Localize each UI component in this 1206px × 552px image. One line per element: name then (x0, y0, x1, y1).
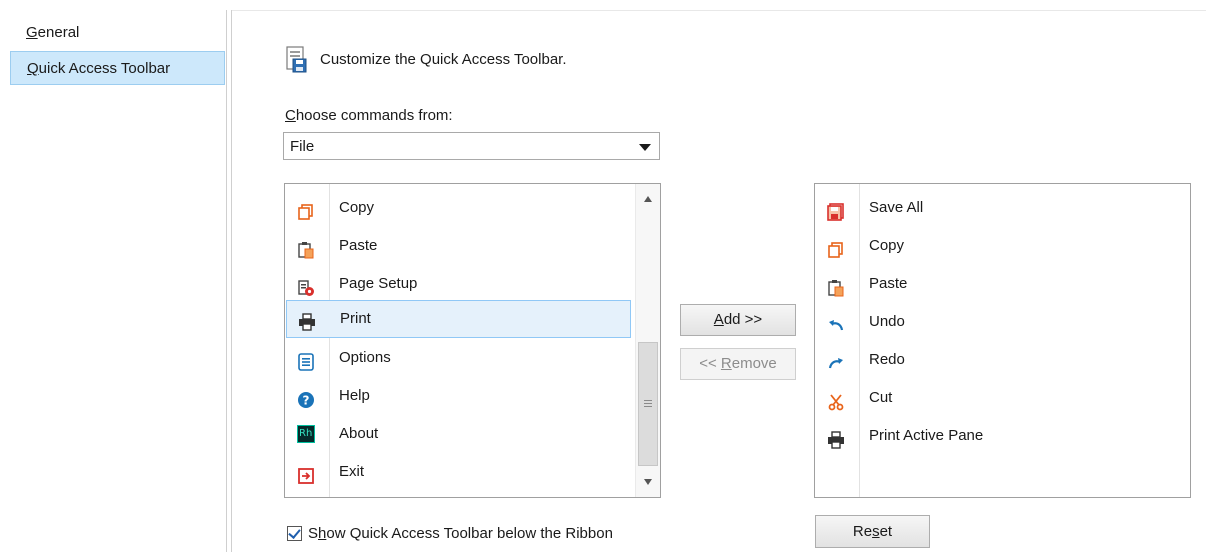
redo-icon (827, 351, 845, 369)
list-item[interactable]: Rh About (285, 416, 637, 452)
list-item[interactable]: Paste (815, 266, 1190, 302)
list-item-label: Exit (339, 463, 365, 480)
paste-icon (297, 237, 315, 259)
list-item[interactable]: Undo (815, 304, 1190, 340)
undo-icon (827, 313, 845, 331)
nav-item-label: Quick Access Toolbar (27, 60, 171, 77)
list-item[interactable]: Exit (285, 454, 637, 490)
top-border (232, 10, 1206, 11)
list-item[interactable]: Page Setup (285, 266, 637, 302)
list-item-label: Help (339, 387, 370, 404)
list-item-label: About (339, 425, 379, 442)
dropdown-value: File (290, 138, 315, 155)
nav-item-quick-access-toolbar[interactable]: Quick Access Toolbar (10, 51, 225, 85)
toolbar-commands-list[interactable]: Save All Copy Paste Undo Redo Cut Print … (814, 183, 1191, 498)
list-item[interactable]: Cut (815, 380, 1190, 416)
paste-icon (827, 275, 845, 297)
list-item-label: Paste (339, 237, 378, 254)
list-item[interactable]: Paste (285, 228, 637, 264)
list-item-selected[interactable]: Print (286, 300, 631, 338)
copy-icon (297, 199, 315, 220)
list-item-label: Print (340, 310, 371, 327)
list-item-label: Options (339, 349, 391, 366)
options-icon (297, 349, 315, 371)
scroll-down-icon[interactable] (644, 479, 652, 485)
customize-toolbar-icon (284, 45, 308, 75)
help-icon: ? (297, 387, 315, 408)
list-item[interactable]: Redo (815, 342, 1190, 378)
list-item[interactable]: Options (285, 340, 637, 376)
list-item-label: Save All (869, 199, 924, 216)
nav-item-general[interactable]: General (10, 16, 225, 50)
list-item[interactable]: Copy (815, 228, 1190, 264)
remove-button[interactable]: << Remove (680, 348, 796, 380)
print-icon (298, 309, 316, 331)
page-title: Customize the Quick Access Toolbar. (320, 51, 567, 68)
show-below-ribbon-checkbox[interactable] (287, 526, 302, 541)
show-below-ribbon-label[interactable]: Show Quick Access Toolbar below the Ribb… (308, 525, 613, 542)
list-scrollbar[interactable] (635, 184, 660, 497)
checkmark-icon (288, 526, 301, 539)
list-item-label: Copy (869, 237, 905, 254)
commands-dropdown[interactable]: File (283, 132, 660, 160)
list-item-label: Redo (869, 351, 905, 368)
grip-icon (644, 400, 652, 401)
list-item-label: Undo (869, 313, 905, 330)
grip-icon (644, 403, 652, 404)
reset-button[interactable]: Reset (815, 515, 930, 548)
list-item[interactable]: Copy (285, 190, 637, 226)
add-button[interactable]: Add >> (680, 304, 796, 336)
list-item-label: Page Setup (339, 275, 418, 292)
print-icon (827, 427, 845, 449)
scrollbar-thumb[interactable] (638, 342, 658, 466)
list-item[interactable]: Save All (815, 190, 1190, 226)
page-setup-icon (297, 275, 315, 296)
copy-icon (827, 237, 845, 258)
grip-icon (644, 406, 652, 407)
list-item[interactable]: ? Help (285, 378, 637, 414)
chevron-down-icon (639, 144, 651, 151)
nav-divider (226, 10, 227, 552)
scroll-up-icon[interactable] (644, 196, 652, 202)
list-item-label: Paste (869, 275, 908, 292)
list-item-label: Cut (869, 389, 893, 406)
list-item-label: Print Active Pane (869, 427, 984, 444)
nav-divider (231, 10, 232, 552)
cut-icon (827, 389, 845, 411)
exit-icon (297, 463, 315, 484)
about-icon: Rh (297, 425, 315, 443)
choose-commands-label: Choose commands from: (285, 107, 453, 124)
nav-item-label: General (26, 24, 80, 41)
list-item[interactable]: Print Active Pane (815, 418, 1190, 454)
list-item-label: Copy (339, 199, 375, 216)
save-all-icon (827, 199, 845, 221)
svg-text:?: ? (303, 394, 310, 408)
available-commands-list[interactable]: Copy Paste Page Setup Print Options ? He… (284, 183, 661, 498)
